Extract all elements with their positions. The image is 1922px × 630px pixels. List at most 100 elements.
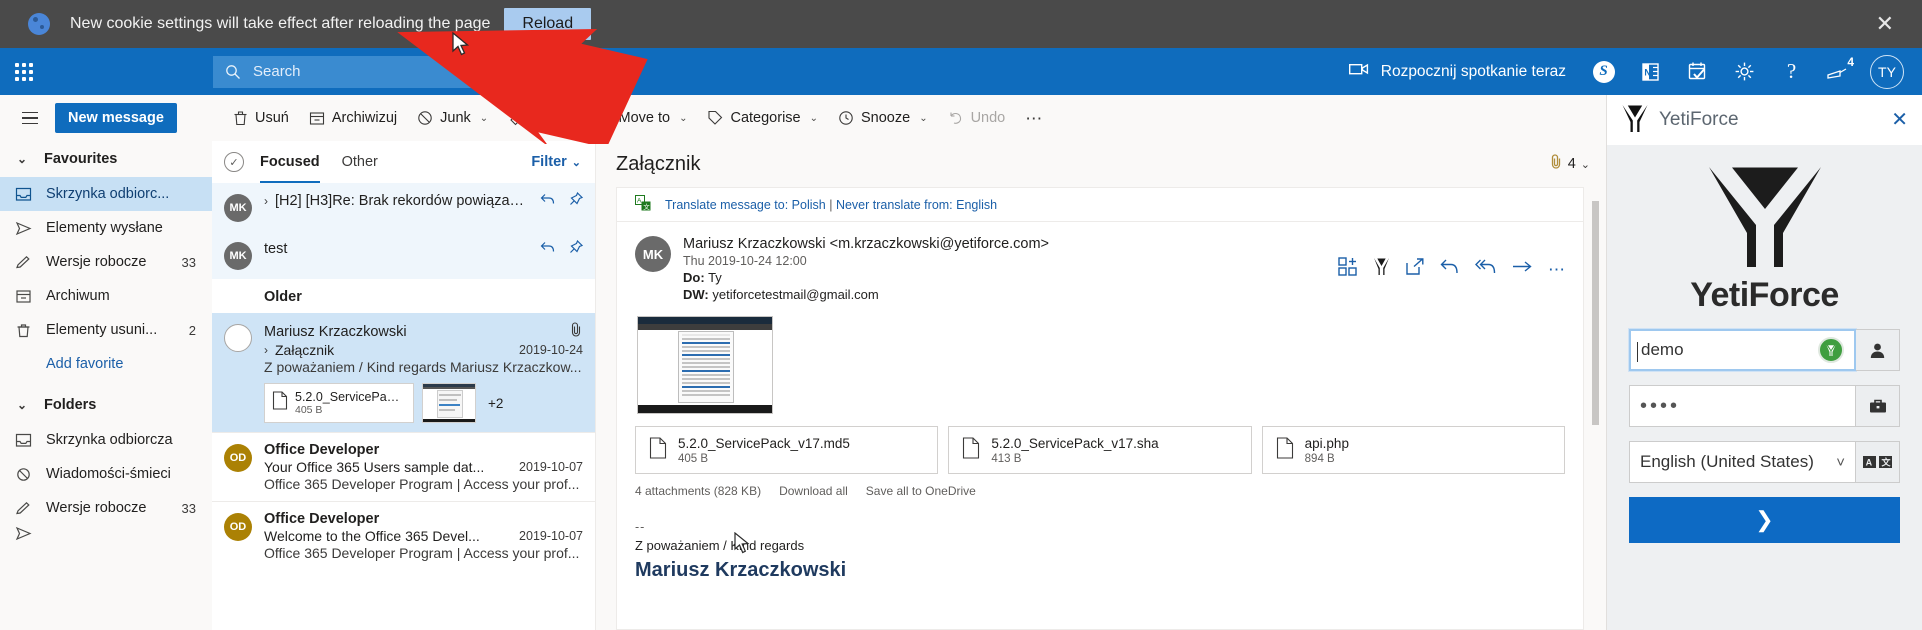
attachment-name: 5.2.0_ServicePack_v17.md5: [678, 435, 850, 451]
pin-icon[interactable]: [569, 191, 584, 210]
skype-icon[interactable]: S: [1580, 48, 1627, 95]
reply-icon[interactable]: [540, 240, 555, 258]
list-item[interactable]: MK › [H2] [H3]Re: Brak rekordów powiązan…: [212, 183, 595, 231]
attachment-chip[interactable]: 5.2.0_ServicePac... 405 B: [264, 383, 414, 423]
folders-label: Folders: [44, 397, 97, 413]
todo-calendar-icon[interactable]: [1674, 48, 1721, 95]
briefcase-icon[interactable]: [1856, 385, 1900, 427]
close-icon[interactable]: ✕: [1891, 110, 1908, 130]
password-field[interactable]: ••••: [1629, 385, 1856, 427]
sweep-button[interactable]: Sweep: [499, 102, 584, 134]
suite-header-bar: Rozpocznij spotkanie teraz S N ? 4 TY: [0, 48, 1922, 95]
sidebar-item-inbox-folder[interactable]: Skrzynka odbiorcza: [0, 423, 212, 457]
user-icon[interactable]: [1856, 329, 1900, 371]
list-item-date: 2019-10-07: [519, 460, 583, 474]
more-icon[interactable]: ⋯: [1548, 261, 1565, 278]
reload-button[interactable]: Reload: [504, 8, 592, 40]
sidebar-item-inbox-fav[interactable]: Skrzynka odbiorc...: [0, 177, 212, 211]
sidebar-item-label: Skrzynka odbiorc...: [46, 186, 170, 202]
username-field[interactable]: demo: [1628, 328, 1857, 372]
help-icon[interactable]: ?: [1768, 48, 1815, 95]
junk-button[interactable]: Junk ⌄: [408, 102, 497, 134]
list-item[interactable]: OD Office Developer Your Office 365 User…: [212, 432, 595, 501]
attachment-size: 413 B: [991, 452, 1022, 465]
translate-to-link[interactable]: Translate message to: Polish: [665, 198, 826, 212]
categorise-button[interactable]: Categorise ⌄: [698, 102, 827, 134]
chevron-down-icon: ⌄: [571, 156, 581, 169]
sidebar-item-drafts[interactable]: Wersje robocze 33: [0, 245, 212, 279]
check-circle-icon[interactable]: ✓: [224, 152, 244, 172]
command-label: Sweep: [531, 110, 576, 126]
reply-all-icon[interactable]: [1475, 258, 1496, 280]
sidebar-item-partial[interactable]: [0, 525, 212, 541]
forward-icon[interactable]: [1512, 259, 1532, 279]
favourites-group-header[interactable]: ⌄ Favourites: [0, 141, 212, 177]
reading-pane-scrollbar[interactable]: [1591, 187, 1600, 630]
overflow-button[interactable]: ⋯: [1016, 102, 1051, 134]
archive-button[interactable]: Archiwizuj: [300, 102, 406, 134]
add-favorite-button[interactable]: Add favorite: [0, 347, 212, 381]
list-item-selected[interactable]: Mariusz Krzaczkowski › Załącznik 2019-10…: [212, 313, 595, 432]
login-submit-button[interactable]: ❯: [1629, 497, 1900, 543]
sidebar-item-junk[interactable]: Wiadomości-śmieci: [0, 457, 212, 491]
list-item[interactable]: OD Office Developer Welcome to the Offic…: [212, 501, 595, 570]
scrollbar-thumb[interactable]: [1592, 201, 1599, 425]
reply-icon[interactable]: [1440, 258, 1459, 280]
embedded-screenshot-image[interactable]: [637, 316, 773, 414]
sidebar-item-drafts-folder[interactable]: Wersje robocze 33: [0, 491, 212, 525]
list-item-preview: Office 365 Developer Program | Access yo…: [264, 476, 580, 492]
attachment-more-count[interactable]: +2: [488, 396, 503, 411]
paperclip-icon: [570, 322, 583, 341]
pin-icon[interactable]: [569, 239, 584, 258]
yetiforce-icon[interactable]: [1373, 257, 1390, 281]
selection-circle[interactable]: [224, 324, 252, 352]
attachment-thumbnail[interactable]: [422, 383, 476, 423]
waffle-icon: [15, 62, 33, 81]
avatar[interactable]: TY: [1870, 54, 1904, 89]
tab-other[interactable]: Other: [342, 141, 378, 183]
chevron-right-icon[interactable]: ›: [264, 194, 268, 208]
popout-icon[interactable]: [1406, 258, 1424, 280]
list-item[interactable]: MK test: [212, 231, 595, 279]
snooze-button[interactable]: Snooze ⌄: [829, 102, 937, 134]
attachment-card[interactable]: 5.2.0_ServicePack_v17.sha 413 B: [948, 426, 1252, 474]
translate-ab-icon[interactable]: A文: [1856, 441, 1900, 483]
more-icon: ⋯: [1025, 108, 1043, 128]
app-launcher-button[interactable]: [0, 48, 48, 95]
sidebar-item-sent[interactable]: Elementy wysłane: [0, 211, 212, 245]
sender-name-email: Mariusz Krzaczkowski <m.krzaczkowski@yet…: [683, 236, 1050, 252]
translate-bar: A文 Translate message to: Polish | Never …: [617, 188, 1583, 222]
reply-icon[interactable]: [540, 192, 555, 210]
onenote-icon[interactable]: N: [1627, 48, 1674, 95]
filter-button[interactable]: Filter ⌄: [531, 154, 581, 170]
attachment-card[interactable]: 5.2.0_ServicePack_v17.md5 405 B: [635, 426, 939, 474]
addin-grid-icon[interactable]: [1338, 257, 1357, 281]
download-all-link[interactable]: Download all: [779, 484, 848, 498]
sidebar-item-archive[interactable]: Archiwum: [0, 279, 212, 313]
file-icon: [649, 436, 667, 464]
folders-group-header[interactable]: ⌄ Folders: [0, 387, 212, 423]
message-body: [617, 306, 1583, 414]
hamburger-icon[interactable]: [10, 98, 50, 138]
new-message-button[interactable]: New message: [55, 103, 177, 133]
delete-button[interactable]: Usuń: [224, 102, 298, 134]
sidebar-item-count: 33: [181, 254, 196, 270]
meet-now-button[interactable]: Rozpocznij spotkanie teraz: [1339, 48, 1580, 95]
undo-button[interactable]: Undo: [939, 102, 1015, 134]
attachment-cards: 5.2.0_ServicePack_v17.md5 405 B 5.2.0_Se…: [617, 414, 1583, 474]
close-icon[interactable]: ✕: [1868, 13, 1902, 35]
tab-focused[interactable]: Focused: [260, 141, 320, 183]
search-input[interactable]: [253, 63, 576, 80]
chevron-right-icon[interactable]: ›: [264, 343, 268, 357]
settings-gear-icon[interactable]: [1721, 48, 1768, 95]
save-onedrive-link[interactable]: Save all to OneDrive: [866, 484, 976, 498]
attachment-card[interactable]: api.php 894 B: [1261, 426, 1565, 474]
sidebar-item-deleted[interactable]: Elementy usuni... 2: [0, 313, 212, 347]
move-to-button[interactable]: Move to ⌄: [587, 102, 697, 134]
search-box[interactable]: [213, 55, 588, 88]
never-translate-link[interactable]: Never translate from: English: [836, 198, 997, 212]
feedback-icon[interactable]: 4: [1815, 48, 1862, 95]
attachment-summary: 4 attachments (828 KB): [635, 484, 762, 498]
language-select[interactable]: English (United States) ˅: [1629, 441, 1856, 483]
attachment-count-badge[interactable]: 4 ⌄: [1550, 154, 1590, 174]
